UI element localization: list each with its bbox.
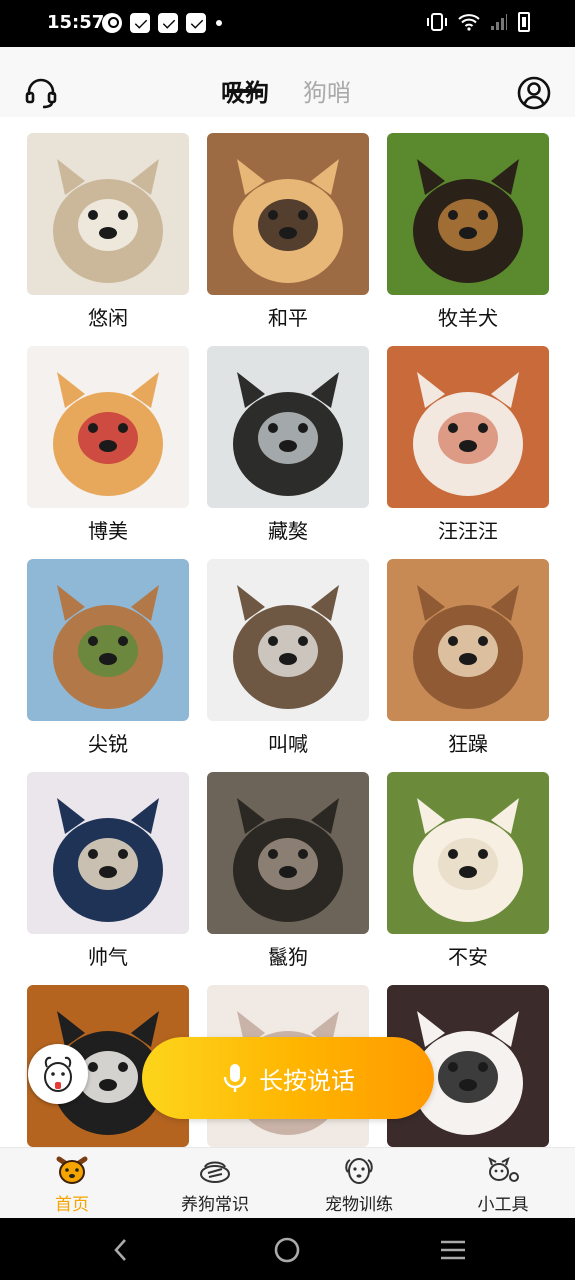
dog-photo (387, 559, 549, 721)
status-time: 15:57 (47, 12, 105, 33)
dog-sound-card[interactable]: 汪汪汪 (387, 346, 549, 545)
cartoon-dog-icon (44, 1056, 72, 1092)
nav-label-home: 首页 (55, 1195, 89, 1215)
vibrate-icon (427, 13, 447, 31)
dog-sound-label: 不安 (448, 945, 488, 969)
dog-sound-label: 狂躁 (448, 732, 488, 756)
back-icon (114, 1239, 126, 1261)
dog-sound-card[interactable]: 牧羊犬 (387, 133, 549, 332)
headset-icon (25, 78, 57, 109)
dog-photo (387, 772, 549, 934)
dog-sound-label: 帅气 (88, 945, 128, 969)
dog-photo (207, 772, 369, 934)
dog-photo (387, 133, 549, 295)
menu-icon (441, 1240, 465, 1260)
dog-head-icon (339, 1152, 379, 1188)
active-tab-indicator (227, 89, 263, 93)
dog-food-icon (195, 1152, 235, 1188)
back-button[interactable] (106, 1235, 136, 1265)
dog-photo (207, 559, 369, 721)
dog-face-icon (52, 1152, 92, 1188)
status-bar: 15:57 (0, 0, 575, 47)
nav-pet-training[interactable]: 宠物训练 (299, 1152, 419, 1215)
signal-icon (491, 14, 507, 30)
dog-sound-label: 博美 (88, 519, 128, 543)
dog-sound-card[interactable]: 叫喊 (207, 559, 369, 758)
floating-helper-button[interactable] (28, 1044, 88, 1104)
more-notifications-icon (216, 20, 222, 26)
dog-sound-label: 牧羊犬 (438, 306, 498, 330)
dog-sound-label: 叫喊 (268, 732, 308, 756)
dog-sound-card[interactable]: 悠闲 (27, 133, 189, 332)
dog-sound-card[interactable]: 鬣狗 (207, 772, 369, 971)
dog-sound-label: 和平 (268, 306, 308, 330)
dog-sound-label: 藏獒 (268, 519, 308, 543)
activity-icon (102, 13, 122, 33)
dog-sound-card[interactable]: 和平 (207, 133, 369, 332)
hold-to-talk-button[interactable]: 长按说话 (142, 1037, 434, 1119)
dog-sound-label: 尖锐 (88, 732, 128, 756)
dog-photo (27, 772, 189, 934)
dog-photo (387, 346, 549, 508)
dog-toy-icon (483, 1152, 523, 1188)
dog-sound-label: 汪汪汪 (438, 519, 498, 543)
nav-tools[interactable]: 小工具 (443, 1152, 563, 1215)
nav-label-pet-training: 宠物训练 (325, 1195, 393, 1215)
dog-sound-card[interactable]: 帅气 (27, 772, 189, 971)
mail-icon (186, 13, 206, 33)
dog-photo (27, 559, 189, 721)
nav-label-tools: 小工具 (477, 1195, 529, 1215)
bottom-navigation: 首页 养狗常识 宠物训练 小工具 (0, 1147, 575, 1218)
wifi-icon (458, 14, 480, 31)
tab-gou-shao[interactable]: 狗哨 (303, 73, 351, 108)
microphone-icon (223, 1064, 247, 1092)
dog-sound-card[interactable]: 尖锐 (27, 559, 189, 758)
notification-icons (102, 13, 222, 33)
hold-to-talk-label: 长按说话 (259, 1066, 355, 1095)
dog-photo (27, 133, 189, 295)
dog-sound-label: 悠闲 (88, 306, 128, 330)
recents-button[interactable] (438, 1235, 468, 1265)
mail-icon (130, 13, 150, 33)
mail-icon (158, 13, 178, 33)
dog-sound-card[interactable]: 不安 (387, 772, 549, 971)
user-icon (517, 76, 551, 110)
system-navigation-bar (0, 1218, 575, 1280)
profile-button[interactable] (516, 75, 552, 111)
nav-label-dog-knowledge: 养狗常识 (181, 1195, 249, 1215)
dog-photo (27, 346, 189, 508)
battery-icon (518, 12, 530, 32)
dog-photo (207, 346, 369, 508)
dog-sound-label: 鬣狗 (268, 945, 308, 969)
dog-sound-grid: 悠闲 和平 牧羊犬博美 藏獒 汪汪汪尖锐 叫喊 狂躁帅气 鬣狗 不安 (0, 117, 575, 1147)
top-header: 吸狗 狗哨 (0, 47, 575, 117)
dog-sound-card[interactable]: 博美 (27, 346, 189, 545)
system-icons (426, 12, 530, 32)
nav-home[interactable]: 首页 (12, 1152, 132, 1215)
dog-sound-card[interactable]: 藏獒 (207, 346, 369, 545)
dog-photo (207, 133, 369, 295)
home-button[interactable] (272, 1235, 302, 1265)
dog-sound-card[interactable]: 狂躁 (387, 559, 549, 758)
nav-dog-knowledge[interactable]: 养狗常识 (155, 1152, 275, 1215)
home-circle-icon (274, 1237, 300, 1263)
support-button[interactable] (23, 75, 59, 111)
